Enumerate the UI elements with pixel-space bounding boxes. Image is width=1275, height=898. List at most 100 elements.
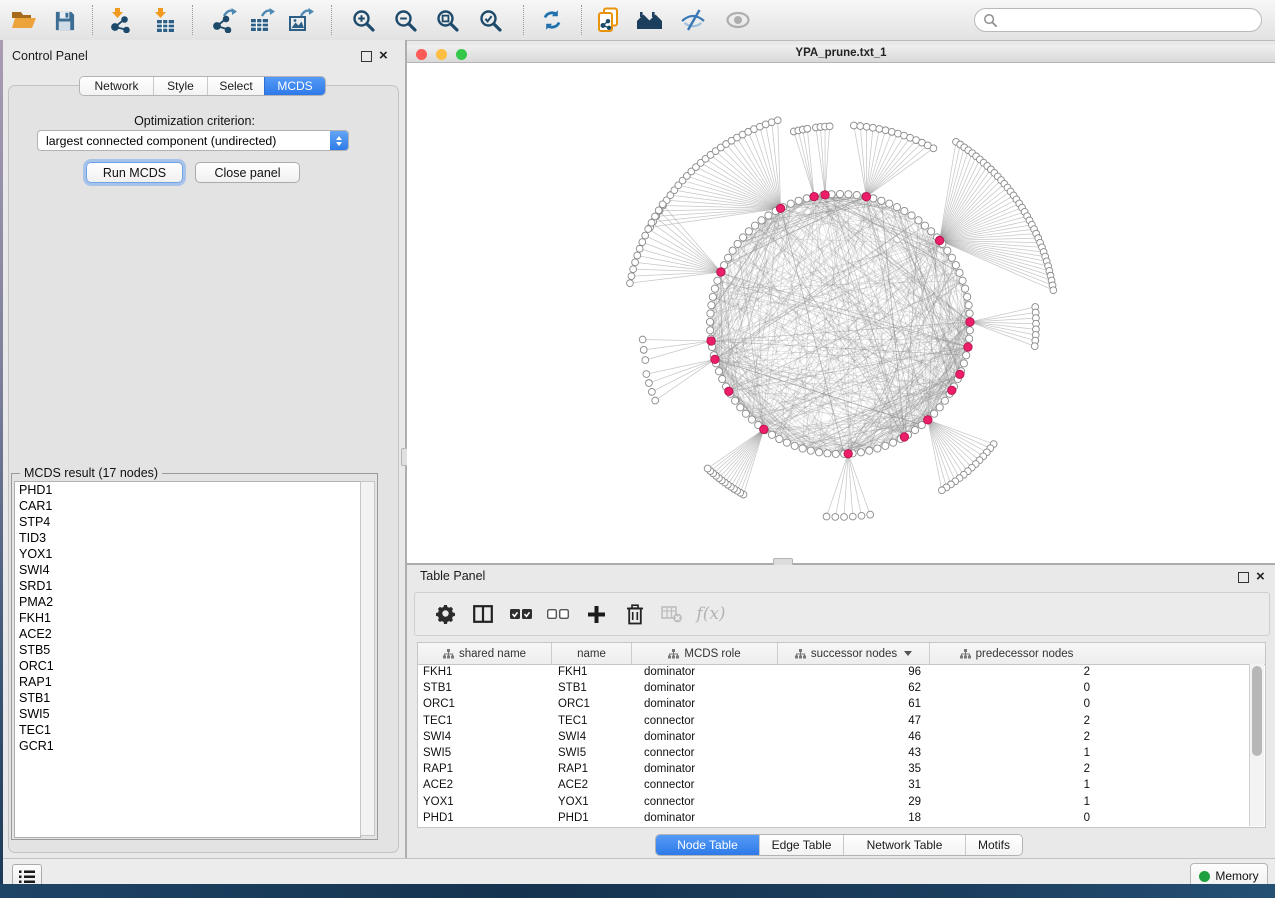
table-cell: STB1	[552, 682, 632, 694]
delete-column-icon[interactable]	[619, 598, 651, 630]
mcds-result-item[interactable]: TID3	[15, 530, 360, 546]
column-header-predecessor-nodes[interactable]: predecessor nodes	[930, 643, 1103, 664]
split-columns-icon[interactable]	[467, 598, 499, 630]
tab-style[interactable]: Style	[153, 77, 207, 95]
table-row[interactable]: TEC1TEC1connector472	[418, 713, 1251, 729]
table-cell: FKH1	[552, 666, 632, 678]
toolbar-separator	[331, 5, 332, 35]
table-cell: 2	[930, 715, 1103, 727]
table-row[interactable]: SWI5SWI5connector431	[418, 745, 1251, 761]
table-row[interactable]: YOX1YOX1connector291	[418, 794, 1251, 810]
toolbar-separator	[581, 5, 582, 35]
open-folder-icon[interactable]	[7, 4, 41, 36]
mcds-result-item[interactable]: YOX1	[15, 546, 360, 562]
column-header-name[interactable]: name	[552, 643, 632, 664]
import-network-icon[interactable]	[103, 4, 137, 36]
mcds-result-item[interactable]: SWI4	[15, 562, 360, 578]
mcds-result-item[interactable]: ORC1	[15, 658, 360, 674]
table-cell: 18	[778, 812, 930, 824]
table-row[interactable]: ACE2ACE2connector311	[418, 777, 1251, 793]
mcds-result-item[interactable]: SRD1	[15, 578, 360, 594]
mcds-result-item[interactable]: PMA2	[15, 594, 360, 610]
search-field[interactable]	[974, 8, 1262, 32]
zoom-out-icon[interactable]	[388, 4, 422, 36]
toolbar-separator	[192, 5, 193, 35]
mcds-result-item[interactable]: TEC1	[15, 722, 360, 738]
mcds-result-item[interactable]: PHD1	[15, 482, 360, 498]
tab-mcds[interactable]: MCDS	[264, 77, 325, 95]
table-cell: 2	[930, 666, 1103, 678]
table-cell: SWI4	[552, 731, 632, 743]
list-icon	[17, 869, 37, 885]
export-table-icon[interactable]	[244, 4, 278, 36]
mcds-result-item[interactable]: GCR1	[15, 738, 360, 754]
gear-icon[interactable]	[430, 598, 462, 630]
zoom-fit-icon[interactable]	[430, 4, 464, 36]
table-cell: PHD1	[418, 812, 552, 824]
table-cell: 46	[778, 731, 930, 743]
zoom-in-icon[interactable]	[346, 4, 380, 36]
save-session-icon[interactable]	[47, 4, 81, 36]
desktop-wallpaper	[0, 884, 1275, 898]
table-cell: ORC1	[418, 698, 552, 710]
column-header-shared-name[interactable]: shared name	[418, 643, 552, 664]
toolbar-separator	[92, 5, 93, 35]
table-cell: SWI5	[552, 747, 632, 759]
table-scrollbar-thumb[interactable]	[1252, 666, 1262, 756]
deselect-all-checkboxes-icon[interactable]	[542, 598, 574, 630]
export-network-icon[interactable]	[206, 4, 240, 36]
refresh-layout-icon[interactable]	[535, 4, 569, 36]
mcds-result-item[interactable]: STB5	[15, 642, 360, 658]
criterion-dropdown[interactable]: largest connected component (undirected)	[37, 130, 349, 151]
table-row[interactable]: PHD1PHD1dominator180	[418, 810, 1251, 826]
mcds-result-item[interactable]: SWI5	[15, 706, 360, 722]
select-all-checkboxes-icon[interactable]	[505, 598, 537, 630]
network-canvas[interactable]	[407, 63, 1275, 563]
run-mcds-button[interactable]: Run MCDS	[86, 162, 183, 183]
memory-status-icon	[1199, 871, 1210, 882]
table-row[interactable]: ORC1ORC1dominator610	[418, 696, 1251, 712]
tab-network[interactable]: Network	[80, 77, 153, 95]
table-cell: 0	[930, 682, 1103, 694]
import-table-icon[interactable]	[146, 4, 180, 36]
tab-edge-table[interactable]: Edge Table	[759, 835, 843, 855]
sort-desc-icon	[904, 651, 912, 656]
tab-network-table[interactable]: Network Table	[843, 835, 965, 855]
table-scrollbar[interactable]	[1249, 664, 1264, 826]
float-panel-icon[interactable]	[1238, 572, 1249, 583]
float-panel-icon[interactable]	[361, 51, 372, 62]
table-row[interactable]: STB1STB1dominator620	[418, 680, 1251, 696]
mcds-result-item[interactable]: STB1	[15, 690, 360, 706]
table-cell: connector	[632, 715, 778, 727]
network-graph[interactable]	[407, 63, 1275, 563]
column-header-successor-nodes[interactable]: successor nodes	[778, 643, 930, 664]
tab-select[interactable]: Select	[207, 77, 264, 95]
tab-node-table[interactable]: Node Table	[656, 835, 759, 855]
tab-motifs[interactable]: Motifs	[965, 835, 1022, 855]
mcds-result-item[interactable]: STP4	[15, 514, 360, 530]
mcds-result-item[interactable]: ACE2	[15, 626, 360, 642]
control-panel: Control Panel × Network Style Select MCD…	[0, 40, 405, 858]
close-panel-icon[interactable]: ×	[1256, 572, 1265, 582]
table-row[interactable]: RAP1RAP1dominator352	[418, 761, 1251, 777]
mcds-list-scrollbar[interactable]	[360, 481, 375, 836]
mcds-result-item[interactable]: FKH1	[15, 610, 360, 626]
zoom-selected-icon[interactable]	[473, 4, 507, 36]
column-header-mcds-role[interactable]: MCDS role	[632, 643, 778, 664]
networks-home-icon[interactable]	[632, 4, 666, 36]
table-cell: TEC1	[552, 715, 632, 727]
delete-table-icon	[656, 598, 688, 630]
table-row[interactable]: SWI4SWI4dominator462	[418, 729, 1251, 745]
close-panel-button[interactable]: Close panel	[195, 162, 300, 183]
network-title: YPA_prune.txt_1	[407, 47, 1275, 59]
hide-selected-icon[interactable]	[676, 4, 710, 36]
mcds-result-item[interactable]: RAP1	[15, 674, 360, 690]
search-input[interactable]	[998, 12, 1261, 28]
duplicate-network-icon[interactable]	[591, 4, 625, 36]
mcds-result-list[interactable]: PHD1CAR1STP4TID3YOX1SWI4SRD1PMA2FKH1ACE2…	[14, 481, 361, 838]
mcds-result-item[interactable]: CAR1	[15, 498, 360, 514]
table-row[interactable]: FKH1FKH1dominator962	[418, 664, 1251, 680]
close-panel-icon[interactable]: ×	[379, 51, 388, 61]
add-column-icon[interactable]	[580, 598, 612, 630]
export-image-icon[interactable]	[283, 4, 317, 36]
